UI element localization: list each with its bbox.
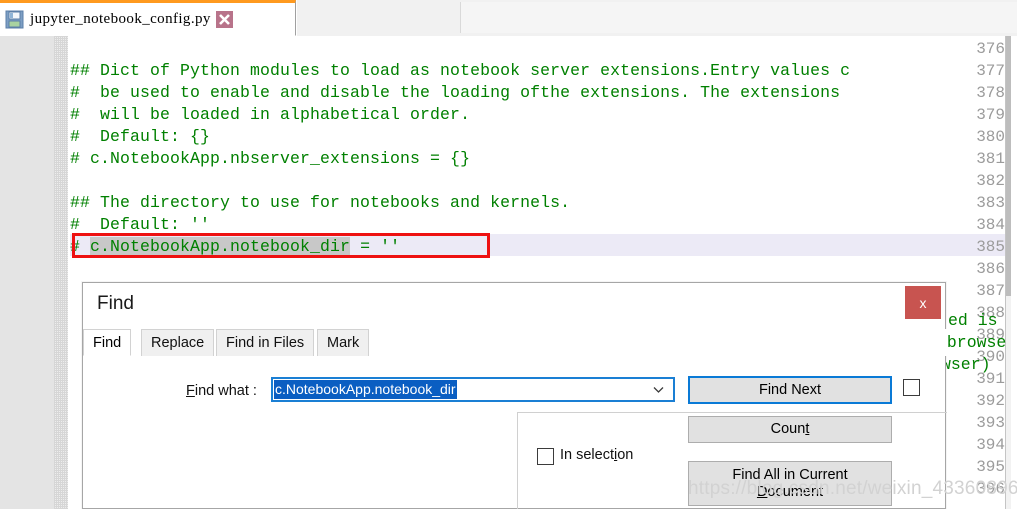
find-dialog-tab-strip: Find Replace Find in Files Mark [83, 329, 947, 356]
find-dialog-close-button[interactable]: x [905, 286, 941, 319]
find-next-button[interactable]: Find Next [688, 376, 892, 404]
find-what-combobox[interactable]: c.NotebookApp.notebook_dir [271, 377, 675, 402]
background-code-fragment: wser) [941, 355, 991, 374]
find-all-line2-text: ocument [767, 483, 824, 500]
find-dialog-title: Find [97, 293, 134, 314]
find-all-in-current-document-button[interactable]: Find All in Current Document [688, 461, 892, 506]
in-selection-label: In selection [560, 447, 633, 463]
find-all-line2: Document [757, 484, 823, 501]
vertical-scrollbar[interactable] [1005, 36, 1011, 509]
in-selection-checkbox[interactable] [537, 448, 554, 465]
find-what-label: Find what : [186, 383, 257, 399]
transparency-checkbox[interactable] [903, 379, 920, 396]
find-what-input-value[interactable]: c.NotebookApp.notebook_dir [274, 380, 457, 399]
count-accelerator: t [805, 421, 810, 438]
code-line: ## The directory to use for notebooks an… [70, 193, 571, 212]
code-line: # Default: {} [70, 127, 211, 146]
in-selection-label-post: on [617, 447, 634, 463]
floppy-save-icon [5, 10, 24, 29]
tab-mark[interactable]: Mark [317, 329, 370, 356]
tab-find-in-files[interactable]: Find in Files [216, 329, 315, 356]
close-x-icon[interactable] [215, 10, 233, 28]
find-what-accelerator: F [186, 383, 195, 399]
code-line-with-match: # c.NotebookApp.notebook_dir = '' [70, 236, 400, 258]
editor-tab-label: jupyter_notebook_config.py [30, 10, 211, 27]
tab-bar-empty-area [296, 0, 1017, 36]
vertical-scrollbar-thumb[interactable] [1006, 36, 1011, 296]
code-line-suffix: = '' [350, 237, 401, 256]
count-button[interactable]: Coun t [688, 416, 892, 443]
chevron-down-icon[interactable] [652, 383, 665, 396]
tab-find[interactable]: Find [83, 329, 132, 356]
find-all-accelerator: D [756, 483, 768, 500]
find-dialog: Find x Find Replace Find in Files Mark F… [82, 282, 947, 509]
editor-tab-jupyter-notebook-config[interactable]: jupyter_notebook_config.py [0, 0, 296, 36]
code-line: # will be loaded in alphabetical order. [70, 105, 471, 124]
application-window: jupyter_notebook_config.py 376 377 378 3… [0, 0, 1017, 509]
tab-bar-empty-area-inner [460, 2, 1017, 33]
find-all-line1: Find All in Current [732, 466, 848, 483]
search-match-highlight: c.NotebookApp.notebook_dir [90, 237, 351, 256]
code-line: # Default: '' [70, 215, 211, 234]
line-number-gutter [0, 36, 54, 509]
editor-tab-bar: jupyter_notebook_config.py [0, 0, 1017, 36]
code-comment-prefix: # [70, 237, 91, 256]
code-line: # be used to enable and disable the load… [70, 83, 841, 102]
background-code-fragment: ed is [948, 311, 998, 330]
in-selection-label-pre: In select [560, 447, 614, 463]
code-line: ## Dict of Python modules to load as not… [70, 61, 851, 80]
tab-replace[interactable]: Replace [141, 329, 215, 356]
code-line: # c.NotebookApp.nbserver_extensions = {} [70, 149, 471, 168]
find-what-label-text: ind what : [194, 383, 257, 399]
fold-margin[interactable] [54, 36, 68, 509]
background-code-fragment: obrowse [937, 333, 1007, 352]
count-label-pre: Coun [770, 421, 806, 438]
